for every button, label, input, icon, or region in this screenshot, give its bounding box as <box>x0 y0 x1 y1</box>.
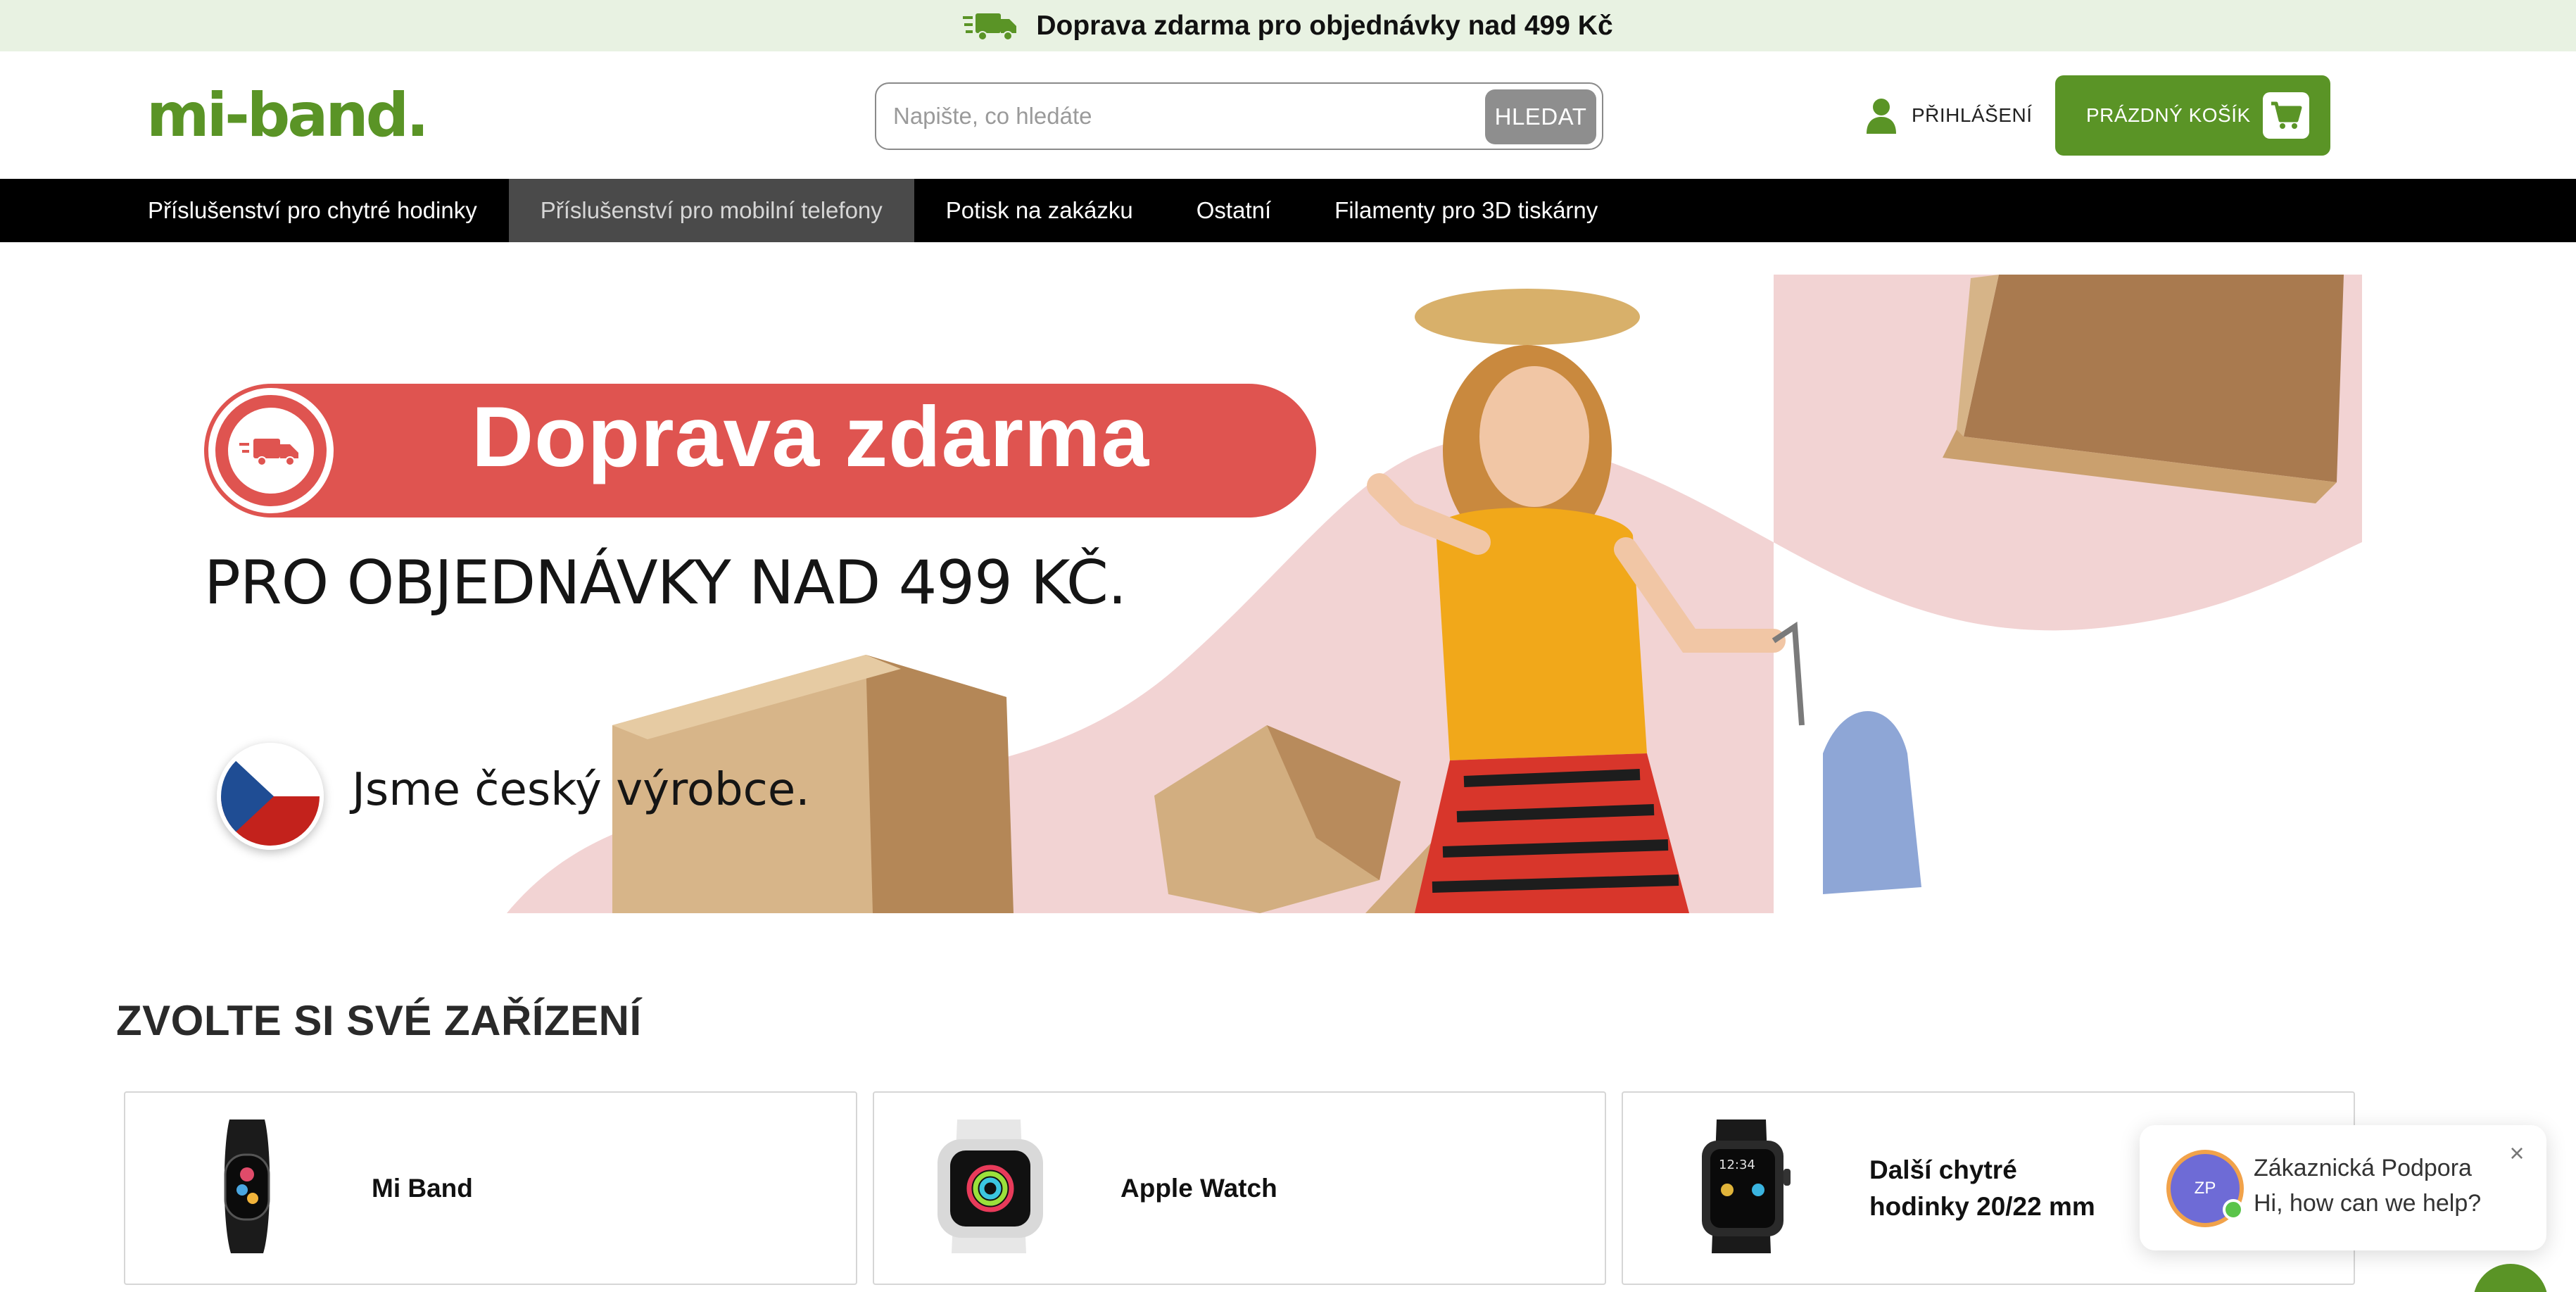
chat-title: Zákaznická Podpora <box>2254 1155 2472 1181</box>
main-nav: Příslušenství pro chytré hodinky Přísluš… <box>0 179 2576 242</box>
svg-text:12:34: 12:34 <box>1719 1158 1755 1172</box>
device-card-apple-watch[interactable]: Apple Watch <box>873 1091 1606 1285</box>
smartwatch-image: 12:34 <box>1702 1119 1791 1253</box>
device-card-label: Apple Watch <box>1120 1174 1277 1203</box>
login-label: PŘIHLÁŠENÍ <box>1912 104 2033 126</box>
cart-icon <box>2263 92 2309 139</box>
shipping-info-text: Doprava zdarma pro objednávky nad 499 Kč <box>1036 10 1613 41</box>
svg-text:mi-band.cz: mi-band.cz <box>146 80 424 150</box>
close-icon[interactable]: × <box>2503 1139 2531 1167</box>
cart-label: PRÁZDNÝ KOŠÍK <box>2086 104 2251 126</box>
search-input[interactable] <box>893 96 1428 136</box>
device-card-label-line2: hodinky 20/22 mm <box>1869 1192 2095 1221</box>
nav-item-3d-filaments[interactable]: Filamenty pro 3D tiskárny <box>1303 179 1629 242</box>
device-card-label-line1: Další chytré <box>1869 1155 2017 1184</box>
chat-message: Hi, how can we help? <box>2254 1190 2482 1217</box>
online-status-dot <box>2223 1199 2244 1220</box>
site-logo[interactable]: mi-band.cz <box>146 80 424 150</box>
device-card-label: Mi Band <box>372 1174 473 1203</box>
banner-headline: PRO OBJEDNÁVKY NAD 499 KČ. <box>204 548 1127 618</box>
site-header: mi-band.cz HLEDAT PŘIHLÁŠENÍ PRÁZDNÝ KOŠ… <box>0 51 2576 179</box>
truck-icon <box>963 13 1017 41</box>
device-section-title: ZVOLTE SI SVÉ ZAŘÍZENÍ <box>116 997 642 1044</box>
mi-band-image <box>224 1119 270 1253</box>
banner-pill-text: Doprava zdarma <box>472 389 1150 484</box>
nav-item-smartwatch-accessories[interactable]: Příslušenství pro chytré hodinky <box>116 179 509 242</box>
search-button[interactable]: HLEDAT <box>1485 89 1596 144</box>
delivery-truck-icon <box>239 439 298 466</box>
nav-item-custom-print[interactable]: Potisk na zakázku <box>914 179 1165 242</box>
pill-truck-badge <box>208 388 334 513</box>
apple-watch-image <box>937 1119 1043 1253</box>
shipping-info-bar: Doprava zdarma pro objednávky nad 499 Kč <box>0 0 2576 51</box>
search-box: HLEDAT <box>875 82 1603 150</box>
login-link[interactable]: PŘIHLÁŠENÍ <box>1865 95 2033 136</box>
promo-banner[interactable]: Doprava zdarma PRO OBJEDNÁVKY NAD 499 KČ… <box>155 275 2362 913</box>
user-icon <box>1867 99 1896 134</box>
banner-maker-text: Jsme český výrobce. <box>352 764 810 816</box>
cart-button[interactable]: PRÁZDNÝ KOŠÍK <box>2055 75 2330 156</box>
chat-launcher-button[interactable] <box>2473 1264 2548 1292</box>
device-card-label: Další chytré hodinky 20/22 mm <box>1869 1152 2095 1225</box>
nav-item-phone-accessories[interactable]: Příslušenství pro mobilní telefony <box>508 179 914 242</box>
device-card-mi-band[interactable]: Mi Band <box>124 1091 857 1285</box>
support-chat-popup[interactable]: ZP Zákaznická Podpora Hi, how can we hel… <box>2140 1125 2546 1250</box>
czech-flag-icon <box>217 743 324 850</box>
nav-item-other[interactable]: Ostatní <box>1165 179 1303 242</box>
